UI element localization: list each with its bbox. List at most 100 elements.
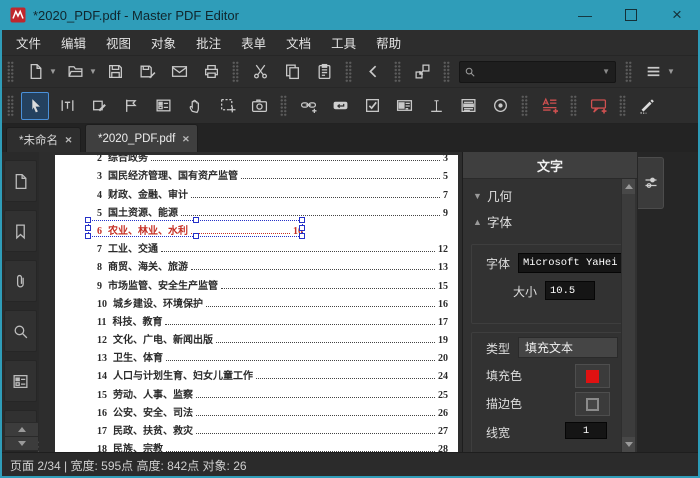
toc-row[interactable]: 13卫生、体育20 [97, 346, 448, 364]
tab-close-icon[interactable]: × [182, 132, 189, 145]
main-menu-button[interactable] [639, 58, 667, 86]
menu-工具[interactable]: 工具 [321, 29, 366, 56]
text-field-button[interactable] [422, 92, 450, 120]
status-text: 页面 2/34 | 宽度: 595点 高度: 842点 对象: 26 [10, 457, 247, 474]
up-arrow-icon [18, 427, 26, 432]
main-menu-dropdown-caret[interactable]: ▼ [667, 67, 676, 76]
edit-forms-tool-button[interactable] [117, 92, 145, 120]
toc-row[interactable]: 18民族、宗教28 [97, 437, 448, 452]
copy-button[interactable] [278, 58, 306, 86]
minimize-button[interactable]: — [562, 0, 608, 30]
toc-row[interactable]: 14人口与计划生育、妇女儿童工作24 [97, 364, 448, 382]
toc-row[interactable]: 15劳动、人事、监察25 [97, 382, 448, 400]
font-name-input[interactable]: Microsoft YaHei [518, 253, 628, 273]
listbox-field-button[interactable] [454, 92, 482, 120]
save-as-button[interactable] [133, 58, 161, 86]
checkbox-field-button[interactable] [358, 92, 386, 120]
menu-批注[interactable]: 批注 [186, 29, 231, 56]
toc-row[interactable]: 4财政、金融、审计7 [97, 182, 448, 200]
fill-color-button[interactable] [575, 364, 610, 388]
menu-编辑[interactable]: 编辑 [51, 29, 96, 56]
back-button[interactable] [359, 58, 387, 86]
attachments-panel-button[interactable] [4, 260, 37, 302]
toc-row[interactable]: 12文化、广电、新闻出版19 [97, 328, 448, 346]
section-geometry[interactable]: ▼ 几何 [463, 179, 637, 205]
search-box[interactable]: ▼ [459, 61, 616, 83]
panel-scrollbar[interactable] [621, 179, 635, 452]
type-dropdown[interactable]: 填充文本 [518, 337, 618, 358]
selection-handle[interactable] [85, 225, 91, 231]
toolbar-separator [619, 95, 626, 117]
select-tool-button[interactable] [21, 92, 49, 120]
snapshot-tool-button[interactable] [245, 92, 273, 120]
menu-对象[interactable]: 对象 [141, 29, 186, 56]
font-size-input[interactable]: 10.5 [545, 281, 595, 300]
toc-row[interactable]: 6农业、林业、水利10 [97, 219, 303, 237]
cut-button[interactable] [246, 58, 274, 86]
toc-row[interactable]: 3国民经济管理、国有资产监管5 [97, 164, 448, 182]
doc-tab-active[interactable]: *2020_PDF.pdf× [85, 124, 198, 152]
section-font[interactable]: ▲ 字体 [463, 205, 637, 231]
toc-row[interactable]: 8商贸、海关、旅游13 [97, 255, 448, 273]
selection-handle[interactable] [85, 233, 91, 239]
chevron-up-icon: ▲ [473, 217, 487, 227]
toc-row[interactable]: 9市场监管、安全生产监管15 [97, 273, 448, 291]
search-panel-button[interactable] [4, 310, 37, 352]
menu-视图[interactable]: 视图 [96, 29, 141, 56]
menu-帮助[interactable]: 帮助 [366, 29, 411, 56]
bookmarks-panel-button[interactable] [4, 210, 37, 252]
toc-page-number: 15 [438, 281, 448, 292]
stroke-color-button[interactable] [575, 392, 610, 416]
add-callout-annotation-button[interactable] [584, 92, 612, 120]
toolbar-separator [232, 61, 239, 83]
toc-row[interactable]: 5国土资源、能源9 [97, 201, 448, 219]
sidebar-scroll-up[interactable] [4, 422, 39, 437]
toc-row[interactable]: 7工业、交通12 [97, 237, 448, 255]
combobox-field-button[interactable] [390, 92, 418, 120]
linewidth-input[interactable]: 1 [565, 422, 607, 439]
save-button[interactable] [101, 58, 129, 86]
edit-text-tool-button[interactable] [53, 92, 81, 120]
chevron-down-icon[interactable]: ▼ [597, 67, 615, 76]
forms-panel-button[interactable] [4, 360, 37, 402]
pdf-page[interactable]: 2综合政务33国民经济管理、国有资产监管54财政、金融、审计75国土资源、能源9… [55, 155, 458, 452]
selection-handle[interactable] [85, 217, 91, 223]
toc-row[interactable]: 11科技、教育17 [97, 310, 448, 328]
panel-scroll-up[interactable] [622, 179, 635, 194]
sidebar-scroll-down[interactable] [4, 436, 39, 451]
close-button[interactable]: × [654, 0, 700, 30]
open-document-dropdown-caret[interactable]: ▼ [89, 67, 98, 76]
save-icon [107, 63, 124, 80]
toc-row[interactable]: 16公安、安全、司法26 [97, 401, 448, 419]
toc-row[interactable]: 10城乡建设、环境保护16 [97, 292, 448, 310]
forms-manager-button[interactable] [149, 92, 177, 120]
add-text-annotation-button[interactable] [535, 92, 563, 120]
panel-scroll-down[interactable] [622, 437, 635, 452]
tab-close-icon[interactable]: × [65, 134, 72, 147]
object-inspector-tab[interactable] [638, 157, 664, 209]
menu-表单[interactable]: 表单 [231, 29, 276, 56]
toc-page-number: 20 [438, 353, 448, 364]
menu-文档[interactable]: 文档 [276, 29, 321, 56]
edit-object-tool-button[interactable] [85, 92, 113, 120]
push-button-field-button[interactable] [326, 92, 354, 120]
pages-panel-button[interactable] [4, 160, 37, 202]
hand-tool-button[interactable] [181, 92, 209, 120]
new-document-dropdown-caret[interactable]: ▼ [49, 67, 58, 76]
select-area-tool-button[interactable] [213, 92, 241, 120]
maximize-button[interactable] [608, 0, 654, 30]
new-document-button[interactable] [21, 58, 49, 86]
toc-row[interactable]: 17民政、扶贫、救灾27 [97, 419, 448, 437]
paste-button[interactable] [310, 58, 338, 86]
open-document-button[interactable] [61, 58, 89, 86]
radio-button-field-button[interactable] [486, 92, 514, 120]
search-input[interactable] [479, 65, 597, 79]
transform-pages-button[interactable] [408, 58, 436, 86]
menu-文件[interactable]: 文件 [6, 29, 51, 56]
print-button[interactable] [197, 58, 225, 86]
doc-tab[interactable]: *未命名× [6, 127, 81, 152]
add-link-button[interactable] [294, 92, 322, 120]
pen-tool-button[interactable] [633, 92, 661, 120]
toc-row[interactable]: 2综合政务3 [97, 155, 448, 164]
send-email-button[interactable] [165, 58, 193, 86]
